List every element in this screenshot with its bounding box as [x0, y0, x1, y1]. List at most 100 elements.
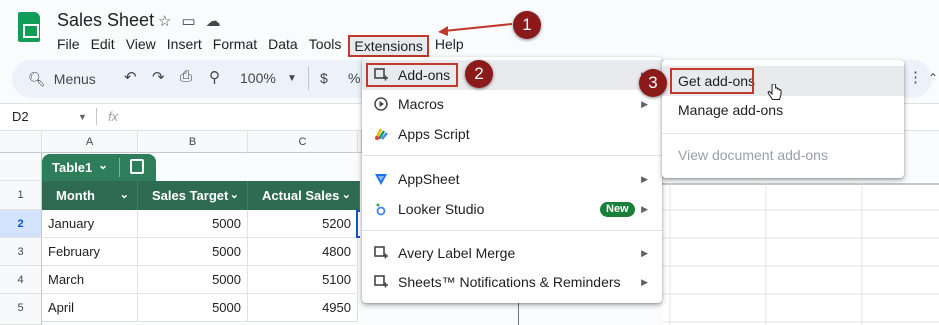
extensions-menu: Add-ons ▶ Macros ▶ Apps Script AppSheet … [362, 57, 662, 303]
paint-format-icon[interactable]: ⚲ [209, 68, 220, 86]
table-column-actual-sales[interactable]: Actual Sales ⌄ [248, 181, 360, 210]
table-menu-chevron-icon[interactable]: ⌄ [98, 158, 108, 172]
play-circle-icon [374, 97, 388, 111]
step-marker-2: 2 [465, 60, 493, 88]
menu-format[interactable]: Format [213, 35, 257, 57]
table-cell[interactable]: January [42, 210, 138, 238]
menu-item-apps-script[interactable]: Apps Script [362, 119, 662, 149]
menu-item-macros[interactable]: Macros ▶ [362, 89, 662, 119]
menu-item-label: Macros [398, 96, 444, 112]
table-cell[interactable]: 5100 [248, 266, 358, 294]
search-menus-button[interactable]: 🔍︎ Menus [22, 66, 110, 92]
table-cell[interactable]: 5000 [138, 210, 248, 238]
menu-data[interactable]: Data [268, 35, 298, 57]
column-menu-chevron-icon[interactable]: ⌄ [120, 181, 129, 210]
print-icon[interactable]: ⎙ [180, 68, 192, 85]
select-all-corner[interactable] [0, 131, 42, 153]
step-marker-1: 1 [513, 11, 541, 39]
hand-cursor-icon [767, 84, 782, 100]
menu-edit[interactable]: Edit [91, 35, 115, 57]
table-cell[interactable]: 5000 [138, 238, 248, 266]
apps-script-icon [374, 128, 388, 140]
column-header-b[interactable]: B [138, 131, 248, 153]
name-box-chevron-icon[interactable]: ▼ [78, 112, 87, 122]
menu-item-label: Manage add-ons [678, 102, 784, 118]
add-on-icon [374, 246, 388, 259]
row-header-1[interactable]: 1 [0, 181, 42, 210]
table-tab-divider [119, 158, 120, 177]
menu-item-appsheet[interactable]: AppSheet ▶ [362, 164, 662, 194]
name-box[interactable]: D2 [12, 109, 29, 124]
currency-format-button[interactable]: $ [320, 70, 328, 86]
table-view-icon[interactable] [130, 159, 144, 174]
grid-lines [662, 183, 939, 325]
table-cell[interactable]: 5200 [248, 210, 358, 238]
formula-divider [96, 108, 97, 125]
table-column-label: Sales Target [152, 188, 229, 203]
table-cell[interactable]: 5000 [138, 266, 248, 294]
percent-format-button[interactable]: % [348, 70, 360, 86]
column-header-c[interactable]: C [248, 131, 358, 153]
table-tab[interactable]: Table1 ⌄ [42, 154, 156, 181]
row-header-5[interactable]: 5 [0, 294, 42, 325]
menu-item-label: Apps Script [398, 126, 470, 142]
grid-background [662, 183, 939, 325]
menu-view[interactable]: View [126, 35, 156, 57]
redo-icon[interactable]: ↷ [152, 68, 165, 86]
search-icon: 🔍︎ [28, 70, 46, 87]
menu-item-label: Sheets™ Notifications & Reminders [398, 274, 621, 290]
collapse-toolbar-icon[interactable]: ⌃ [928, 71, 938, 85]
toolbar-divider [308, 66, 309, 90]
table-column-month[interactable]: Month ⌄ [42, 181, 138, 210]
more-options-icon[interactable]: ⋮ [908, 68, 923, 86]
column-menu-chevron-icon[interactable]: ⌄ [342, 181, 351, 210]
menu-item-label: View document add-ons [678, 147, 828, 163]
menu-item-add-ons[interactable]: Add-ons ▶ [362, 60, 662, 90]
table-cell[interactable]: February [42, 238, 138, 266]
table-cell[interactable]: March [42, 266, 138, 294]
menu-item-looker-studio[interactable]: Looker Studio New ▶ [362, 194, 662, 224]
row-header-3[interactable]: 3 [0, 238, 42, 266]
table-column-sales-target[interactable]: Sales Target ⌄ [138, 181, 248, 210]
column-menu-chevron-icon[interactable]: ⌄ [230, 181, 239, 210]
cloud-status-icon[interactable]: ☁ [206, 12, 221, 30]
menu-divider [362, 155, 662, 156]
menu-file[interactable]: File [57, 35, 80, 57]
menu-divider [662, 133, 904, 134]
menu-item-view-document-add-ons: View document add-ons [662, 140, 904, 170]
table-cell[interactable]: 5000 [138, 294, 248, 322]
sheets-logo-icon[interactable] [18, 12, 40, 42]
appsheet-icon [375, 174, 387, 185]
move-folder-icon[interactable]: ▭ [181, 12, 195, 30]
menu-insert[interactable]: Insert [167, 35, 202, 57]
active-cell-d2[interactable] [356, 210, 360, 238]
document-title[interactable]: Sales Sheet [57, 10, 154, 31]
submenu-arrow-icon: ▶ [641, 248, 648, 258]
menu-tools[interactable]: Tools [309, 35, 342, 57]
zoom-chevron-icon[interactable]: ▼ [287, 73, 297, 84]
menu-item-get-add-ons[interactable]: Get add-ons [662, 66, 904, 96]
menu-item-avery-label-merge[interactable]: Avery Label Merge ▶ [362, 238, 662, 268]
table-cell[interactable]: 4950 [248, 294, 358, 322]
undo-icon[interactable]: ↶ [124, 68, 137, 86]
zoom-select[interactable]: 100% [240, 70, 276, 86]
row-header-2[interactable]: 2 [0, 210, 42, 238]
table-cell[interactable]: 4800 [248, 238, 358, 266]
menu-item-sheets-notifications[interactable]: Sheets™ Notifications & Reminders ▶ [362, 267, 662, 297]
looker-studio-icon [376, 203, 386, 216]
menu-extensions[interactable]: Extensions [348, 35, 429, 57]
add-on-icon [374, 275, 388, 288]
add-ons-submenu: Get add-ons Manage add-ons View document… [662, 60, 904, 178]
table-cell[interactable]: April [42, 294, 138, 322]
title-actions: ☆ ▭ ☁ [158, 12, 221, 30]
row-header-4[interactable]: 4 [0, 266, 42, 294]
menu-item-manage-add-ons[interactable]: Manage add-ons [662, 95, 904, 125]
new-badge: New [600, 202, 635, 217]
search-menus-label: Menus [53, 71, 96, 87]
menu-item-label: AppSheet [398, 171, 460, 187]
menu-divider [362, 230, 662, 231]
menu-item-label: Add-ons [398, 67, 451, 83]
star-icon[interactable]: ☆ [158, 12, 171, 30]
column-header-a[interactable]: A [42, 131, 138, 153]
submenu-arrow-icon: ▶ [641, 277, 648, 287]
